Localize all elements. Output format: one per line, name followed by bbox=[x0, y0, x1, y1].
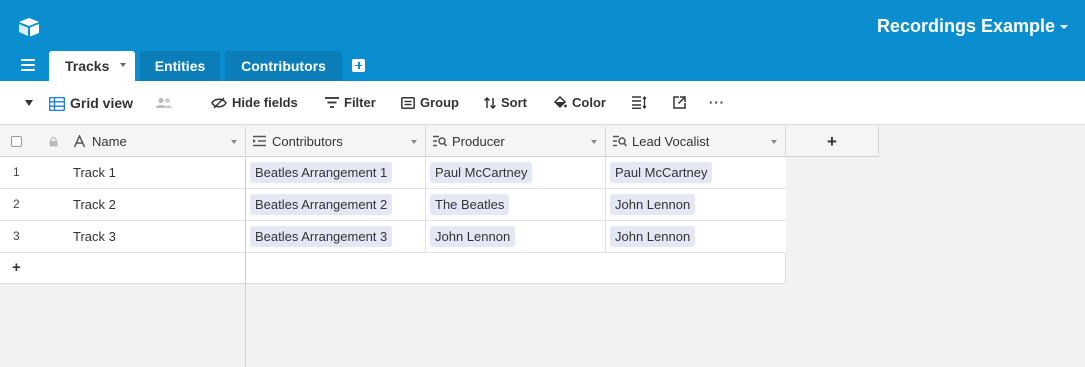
row-number: 1 bbox=[13, 165, 20, 179]
column-header-lead-vocalist[interactable]: Lead Vocalist bbox=[606, 126, 786, 157]
color-button[interactable]: Color bbox=[553, 81, 606, 125]
text-field-icon bbox=[73, 135, 86, 148]
table-row[interactable]: 2 Track 2 bbox=[0, 189, 245, 221]
column-label: Lead Vocalist bbox=[632, 134, 710, 149]
view-toolbar: Grid view Hide fields Filter Group Sort bbox=[0, 81, 1085, 125]
table-row[interactable]: 3 Track 3 bbox=[0, 221, 245, 253]
lock-icon bbox=[49, 137, 58, 147]
primary-field-cell[interactable]: Track 2 bbox=[73, 197, 116, 212]
filter-label: Filter bbox=[344, 95, 376, 110]
more-options-button[interactable]: ··· bbox=[709, 81, 725, 125]
sort-button[interactable]: Sort bbox=[483, 81, 527, 125]
filter-button[interactable]: Filter bbox=[325, 81, 376, 125]
column-label: Name bbox=[92, 134, 127, 149]
base-menu-caret-icon[interactable] bbox=[1060, 25, 1068, 29]
select-all-checkbox[interactable] bbox=[11, 136, 22, 147]
group-button[interactable]: Group bbox=[401, 81, 459, 125]
lookup-icon bbox=[433, 135, 447, 147]
row-number: 3 bbox=[13, 229, 20, 243]
share-view-button[interactable] bbox=[673, 81, 691, 125]
grid-header-row: Name Contributors Producer Lead Vocalist… bbox=[0, 126, 879, 157]
linked-record-icon bbox=[253, 135, 266, 147]
primary-field-cell[interactable]: Track 1 bbox=[73, 165, 116, 180]
column-label: Producer bbox=[452, 134, 505, 149]
producer-cell[interactable]: John Lennon bbox=[426, 221, 606, 253]
lead-vocalist-cell[interactable]: Paul McCartney bbox=[606, 157, 786, 189]
group-icon bbox=[401, 96, 415, 109]
add-record-icon[interactable]: + bbox=[12, 259, 21, 276]
external-link-icon bbox=[673, 96, 686, 109]
sort-label: Sort bbox=[501, 95, 527, 110]
linked-record-chip[interactable]: Beatles Arrangement 1 bbox=[250, 162, 393, 183]
lookup-icon bbox=[613, 135, 627, 147]
tab-label: Tracks bbox=[65, 58, 110, 74]
base-name[interactable]: Recordings Example bbox=[877, 16, 1055, 37]
sort-icon bbox=[483, 96, 497, 109]
grid-view-icon bbox=[48, 96, 66, 111]
tab-label: Entities bbox=[154, 58, 206, 74]
column-label: Contributors bbox=[272, 134, 343, 149]
people-icon bbox=[156, 97, 172, 108]
column-header-contributors[interactable]: Contributors bbox=[246, 126, 426, 157]
table-row: Beatles Arrangement 1 Paul McCartney Pau… bbox=[246, 157, 786, 189]
lookup-value-chip: John Lennon bbox=[610, 226, 696, 247]
linked-record-chip[interactable]: Beatles Arrangement 2 bbox=[250, 194, 393, 215]
table-row[interactable]: 1 Track 1 bbox=[0, 157, 245, 189]
table-row: Beatles Arrangement 3 John Lennon John L… bbox=[246, 221, 786, 253]
tab-entities[interactable]: Entities bbox=[140, 51, 220, 81]
tab-contributors[interactable]: Contributors bbox=[225, 51, 342, 81]
add-record-row[interactable]: + bbox=[0, 253, 245, 284]
add-field-button[interactable]: + bbox=[786, 126, 879, 157]
view-sidebar-toggle-icon[interactable] bbox=[25, 100, 33, 106]
column-menu-caret-icon[interactable] bbox=[771, 140, 777, 144]
hide-fields-icon bbox=[211, 97, 227, 109]
lookup-value-chip: The Beatles bbox=[430, 194, 510, 215]
tab-caret-icon[interactable] bbox=[120, 63, 126, 67]
producer-cell[interactable]: The Beatles bbox=[426, 189, 606, 221]
paint-bucket-icon bbox=[553, 96, 567, 109]
airtable-logo-icon[interactable] bbox=[17, 16, 41, 38]
contributors-cell[interactable]: Beatles Arrangement 2 bbox=[246, 189, 426, 221]
row-height-icon bbox=[632, 95, 647, 110]
collaborators-icon[interactable] bbox=[155, 81, 178, 125]
primary-field-cell[interactable]: Track 3 bbox=[73, 229, 116, 244]
row-height-button[interactable] bbox=[632, 81, 652, 125]
view-name: Grid view bbox=[70, 95, 134, 111]
column-menu-caret-icon[interactable] bbox=[411, 140, 417, 144]
column-menu-caret-icon[interactable] bbox=[591, 140, 597, 144]
filter-icon bbox=[325, 97, 339, 108]
contributors-cell[interactable]: Beatles Arrangement 1 bbox=[246, 157, 426, 189]
producer-cell[interactable]: Paul McCartney bbox=[426, 157, 606, 189]
tab-tracks[interactable]: Tracks bbox=[49, 51, 135, 81]
linked-record-chip[interactable]: Beatles Arrangement 3 bbox=[250, 226, 393, 247]
color-label: Color bbox=[572, 95, 606, 110]
row-number: 2 bbox=[13, 197, 20, 211]
hide-fields-label: Hide fields bbox=[232, 95, 298, 110]
tab-label: Contributors bbox=[241, 58, 326, 74]
hamburger-menu-icon[interactable] bbox=[21, 59, 35, 71]
lookup-value-chip: John Lennon bbox=[430, 226, 516, 247]
lookup-value-chip: John Lennon bbox=[610, 194, 696, 215]
column-header-producer[interactable]: Producer bbox=[426, 126, 606, 157]
group-label: Group bbox=[420, 95, 459, 110]
lead-vocalist-cell[interactable]: John Lennon bbox=[606, 189, 786, 221]
view-switcher[interactable]: Grid view bbox=[48, 81, 134, 125]
hide-fields-button[interactable]: Hide fields bbox=[211, 81, 298, 125]
lookup-value-chip: Paul McCartney bbox=[430, 162, 533, 183]
contributors-cell[interactable]: Beatles Arrangement 3 bbox=[246, 221, 426, 253]
app-header: Recordings Example Tracks Entities Contr… bbox=[0, 0, 1085, 81]
column-header-name[interactable]: Name bbox=[0, 126, 246, 157]
table-row: Beatles Arrangement 2 The Beatles John L… bbox=[246, 189, 786, 221]
column-menu-caret-icon[interactable] bbox=[231, 140, 237, 144]
add-table-icon[interactable] bbox=[352, 59, 365, 72]
lead-vocalist-cell[interactable]: John Lennon bbox=[606, 221, 786, 253]
lookup-value-chip: Paul McCartney bbox=[610, 162, 713, 183]
